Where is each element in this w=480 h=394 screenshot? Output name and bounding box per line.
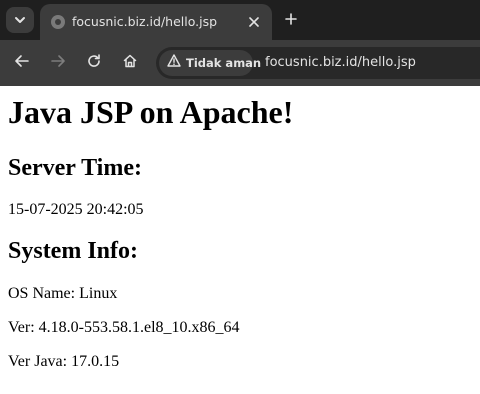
tab-strip: focusnic.biz.id/hello.jsp xyxy=(0,0,480,40)
back-button[interactable] xyxy=(11,52,33,74)
page-content: Java JSP on Apache! Server Time: 15-07-2… xyxy=(0,86,480,394)
tab-title: focusnic.biz.id/hello.jsp xyxy=(72,14,218,29)
security-label: Tidak aman xyxy=(186,56,262,70)
new-tab-button[interactable] xyxy=(281,11,301,31)
reload-button[interactable] xyxy=(83,52,105,74)
os-version: Ver: 4.18.0-553.58.1.el8_10.x86_64 xyxy=(8,319,240,336)
page-title: Java JSP on Apache! xyxy=(8,94,294,130)
browser-toolbar: Tidak aman focusnic.biz.id/hello.jsp xyxy=(0,40,480,86)
server-time-value: 15-07-2025 20:42:05 xyxy=(8,201,144,218)
forward-arrow-icon xyxy=(50,53,66,74)
address-bar[interactable]: Tidak aman focusnic.biz.id/hello.jsp xyxy=(156,47,480,79)
globe-icon xyxy=(50,14,66,30)
system-info-heading: System Info: xyxy=(8,238,138,264)
back-arrow-icon xyxy=(14,53,30,74)
active-tab[interactable]: focusnic.biz.id/hello.jsp xyxy=(40,4,272,40)
warning-triangle-icon xyxy=(167,54,181,72)
chevron-down-icon xyxy=(14,11,26,29)
tab-search-button[interactable] xyxy=(6,7,34,33)
forward-button[interactable] xyxy=(47,52,69,74)
java-version: Ver Java: 17.0.15 xyxy=(8,353,120,370)
home-icon xyxy=(122,53,138,74)
security-indicator[interactable]: Tidak aman xyxy=(159,50,261,76)
close-icon[interactable] xyxy=(246,14,262,30)
server-time-heading: Server Time: xyxy=(8,155,142,181)
url-text[interactable]: focusnic.biz.id/hello.jsp xyxy=(265,55,416,70)
reload-icon xyxy=(86,53,102,74)
os-name: OS Name: Linux xyxy=(8,285,118,302)
plus-icon xyxy=(285,12,297,30)
home-button[interactable] xyxy=(119,52,141,74)
